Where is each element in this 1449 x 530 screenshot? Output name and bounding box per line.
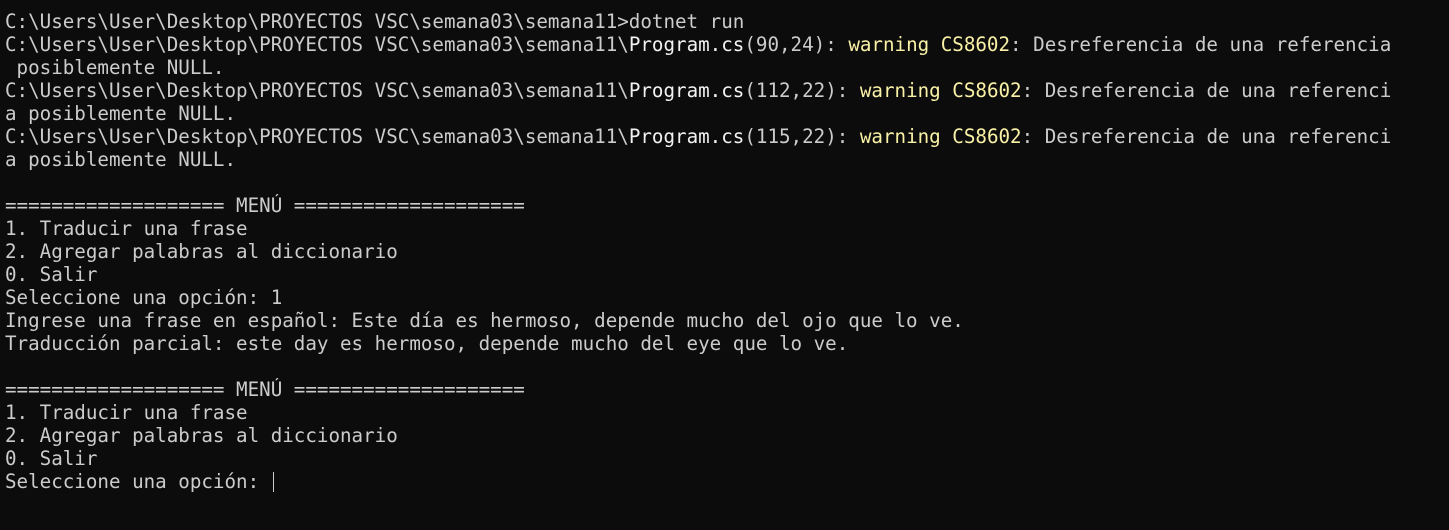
- warning-file: Program.cs: [628, 79, 745, 102]
- warning-path: C:\Users\User\Desktop\PROYECTOS VSC\sema…: [5, 33, 629, 56]
- text-cursor[interactable]: [272, 472, 274, 492]
- warning-wrap-line: a posiblemente NULL.: [5, 102, 237, 125]
- menu-item-exit: 0. Salir: [5, 263, 98, 286]
- warning-path: C:\Users\User\Desktop\PROYECTOS VSC\sema…: [5, 125, 629, 148]
- warning-line: C:\Users\User\Desktop\PROYECTOS VSC\sema…: [5, 125, 1449, 148]
- warning-line: C:\Users\User\Desktop\PROYECTOS VSC\sema…: [5, 79, 1449, 102]
- menu-item-translate: 1. Traducir una frase: [5, 217, 248, 240]
- active-prompt-line[interactable]: Seleccione una opción:: [5, 470, 1449, 493]
- menu-prompt: Seleccione una opción:: [5, 470, 271, 493]
- command-line: C:\Users\User\Desktop\PROYECTOS VSC\sema…: [5, 10, 745, 33]
- warning-path: C:\Users\User\Desktop\PROYECTOS VSC\sema…: [5, 79, 629, 102]
- warning-message: : Desreferencia de una referenci: [1021, 125, 1392, 148]
- warning-wrap-line: a posiblemente NULL.: [5, 148, 237, 171]
- menu-header: =================== MENÚ ===============…: [5, 194, 525, 217]
- warning-location: (90,24):: [744, 33, 849, 56]
- input-phrase-line: Ingrese una frase en español: Este día e…: [5, 309, 964, 332]
- warning-file: Program.cs: [628, 125, 745, 148]
- terminal-window[interactable]: C:\Users\User\Desktop\PROYECTOS VSC\sema…: [0, 0, 1449, 530]
- menu-item-add-words: 2. Agregar palabras al diccionario: [5, 424, 398, 447]
- warning-code: warning CS8602: [848, 33, 1011, 56]
- warning-file: Program.cs: [628, 33, 745, 56]
- warning-message: : Desreferencia de una referencia: [1010, 33, 1392, 56]
- warning-line: C:\Users\User\Desktop\PROYECTOS VSC\sema…: [5, 33, 1449, 56]
- menu-item-add-words: 2. Agregar palabras al diccionario: [5, 240, 398, 263]
- warning-code: warning CS8602: [859, 125, 1022, 148]
- warning-wrap-line: posiblemente NULL.: [5, 56, 225, 79]
- menu-item-translate: 1. Traducir una frase: [5, 401, 248, 424]
- menu-header: =================== MENÚ ===============…: [5, 378, 525, 401]
- translation-result-line: Traducción parcial: este day es hermoso,…: [5, 332, 849, 355]
- menu-prompt: Seleccione una opción: 1: [5, 286, 283, 309]
- warning-message: : Desreferencia de una referenci: [1021, 79, 1392, 102]
- warning-code: warning CS8602: [859, 79, 1022, 102]
- warning-location: (115,22):: [744, 125, 860, 148]
- menu-item-exit: 0. Salir: [5, 447, 98, 470]
- warning-location: (112,22):: [744, 79, 860, 102]
